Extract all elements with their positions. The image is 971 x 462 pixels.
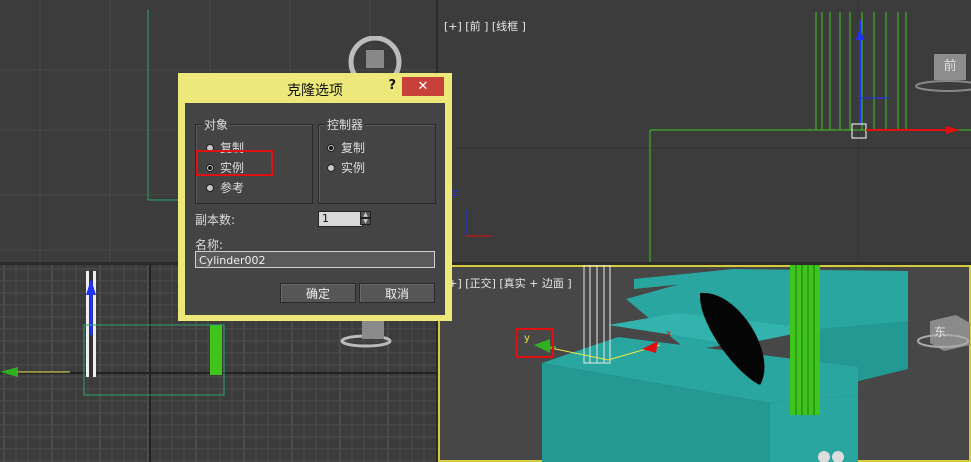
- instance-highlight-box: [196, 150, 273, 176]
- dialog-titlebar[interactable]: 克隆选项 ? ✕: [178, 73, 452, 103]
- copies-spin-arrows[interactable]: ▲ ▼: [360, 211, 371, 227]
- scene-shape: [83, 324, 225, 396]
- viewcube-top[interactable]: [344, 36, 406, 76]
- clone-options-dialog: 克隆选项 ? ✕ 对象 复制 实例 参考 控制器 复制 实例 副本数: 1 ▲ …: [178, 73, 452, 321]
- scene-shape: [210, 325, 222, 375]
- name-input[interactable]: Cylinder002: [195, 251, 435, 268]
- viewcube-front[interactable]: 前: [934, 54, 966, 80]
- help-button[interactable]: ?: [388, 78, 396, 93]
- object-group-label: 对象: [202, 116, 231, 133]
- close-button[interactable]: ✕: [402, 77, 444, 96]
- controller-instance-radio[interactable]: 实例: [327, 159, 365, 176]
- viewport-front-label[interactable]: [+] [前 ] [线框 ]: [444, 18, 526, 34]
- viewport-ortho[interactable]: [+] [正交] [真实 + 边面 ] x y 东: [438, 265, 971, 462]
- controller-group: 控制器 复制 实例: [318, 116, 436, 204]
- scene-shape: [0, 367, 18, 377]
- object-reference-radio[interactable]: 参考: [206, 179, 244, 196]
- viewport-ortho-scene: [534, 265, 908, 462]
- viewport-ortho-label[interactable]: [+] [正交] [真实 + 边面 ]: [444, 275, 572, 291]
- spin-down-icon[interactable]: ▼: [360, 218, 371, 225]
- ok-button[interactable]: 确定: [280, 283, 356, 303]
- copies-label: 副本数:: [195, 213, 236, 227]
- copies-input[interactable]: 1: [318, 211, 363, 227]
- viewcube-front-face: 前: [943, 59, 957, 74]
- object-reference-label: 参考: [220, 181, 245, 195]
- controller-copy-label: 复制: [341, 141, 366, 155]
- copies-spinner[interactable]: 1 ▲ ▼: [318, 211, 372, 227]
- controller-group-label: 控制器: [325, 116, 366, 133]
- dialog-body: 对象 复制 实例 参考 控制器 复制 实例 副本数: 1 ▲ ▼ 名称: Cyl…: [185, 103, 445, 315]
- viewport-front-grid: [438, 0, 971, 262]
- radio-dot: [327, 163, 335, 172]
- viewcube-ortho[interactable]: 东: [916, 311, 970, 351]
- gizmo-highlight-box: [516, 328, 554, 358]
- viewcube-east-face: 东: [934, 325, 947, 339]
- controller-instance-label: 实例: [341, 161, 366, 175]
- radio-dot: [206, 183, 214, 192]
- cancel-button[interactable]: 取消: [359, 283, 435, 303]
- viewport-front[interactable]: [+] [前 ] [线框 ] 前 z: [438, 0, 971, 262]
- spin-up-icon[interactable]: ▲: [360, 211, 371, 218]
- radio-dot-selected: [327, 143, 335, 152]
- axis-x-label: x: [666, 329, 672, 339]
- axis-z-label: z: [452, 188, 458, 199]
- controller-copy-radio[interactable]: 复制: [327, 139, 365, 156]
